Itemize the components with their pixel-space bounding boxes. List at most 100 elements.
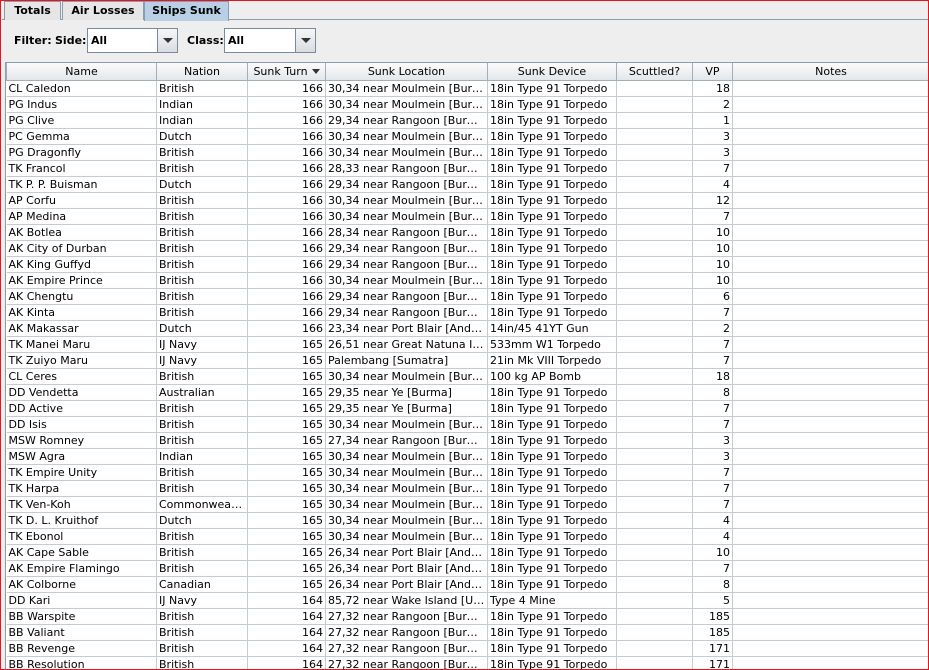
sunk-turn-cell[interactable]: 165 <box>247 512 326 529</box>
vp-cell[interactable]: 10 <box>692 256 733 273</box>
name-cell[interactable]: MSW Agra <box>6 448 157 465</box>
sunk-location-cell[interactable]: 30,34 near Moulmein [Burma] <box>325 144 488 161</box>
sunk-turn-cell[interactable]: 165 <box>247 480 326 497</box>
vp-cell[interactable]: 4 <box>692 512 733 529</box>
table-row[interactable]: AP Corfu British 166 30,34 near Moulmein [B… <box>6 192 928 209</box>
notes-cell[interactable] <box>732 80 928 97</box>
notes-cell[interactable] <box>732 400 928 417</box>
name-cell[interactable]: TK Harpa <box>6 480 157 497</box>
table-row[interactable]: BB Warspite British 164 27,32 near Rangoon … <box>6 608 928 625</box>
tab-air-losses[interactable]: Air Losses <box>62 1 144 20</box>
nation-cell[interactable]: British <box>156 192 248 209</box>
vp-cell[interactable]: 5 <box>692 592 733 609</box>
sunk-turn-cell[interactable]: 165 <box>247 352 326 369</box>
table-row[interactable]: AK Empire Prince British 166 30,34 near Mou… <box>6 272 928 289</box>
scuttled-cell[interactable] <box>616 368 693 385</box>
sunk-location-cell[interactable]: 26,34 near Port Blair [Andaman Islands] <box>325 544 488 561</box>
nation-cell[interactable]: Indian <box>156 96 248 113</box>
sunk-turn-cell[interactable]: 165 <box>247 416 326 433</box>
vp-cell[interactable]: 7 <box>692 160 733 177</box>
scuttled-cell[interactable] <box>616 176 693 193</box>
table-row[interactable]: TK Ebonol British 165 30,34 near Moulmein [… <box>6 528 928 545</box>
sunk-turn-cell[interactable]: 166 <box>247 224 326 241</box>
name-cell[interactable]: DD Isis <box>6 416 157 433</box>
vp-cell[interactable]: 7 <box>692 560 733 577</box>
nation-cell[interactable]: British <box>156 240 248 257</box>
name-cell[interactable]: PG Clive <box>6 112 157 129</box>
table-row[interactable]: TK Empire Unity British 165 30,34 near Moul… <box>6 464 928 481</box>
nation-cell[interactable]: British <box>156 256 248 273</box>
scuttled-cell[interactable] <box>616 400 693 417</box>
nation-cell[interactable]: Canadian <box>156 576 248 593</box>
scuttled-cell[interactable] <box>616 544 693 561</box>
scuttled-cell[interactable] <box>616 528 693 545</box>
table-row[interactable]: PG Dragonfly British 166 30,34 near Moulmei… <box>6 144 928 161</box>
vp-cell[interactable]: 7 <box>692 480 733 497</box>
sunk-location-cell[interactable]: 30,34 near Moulmein [Burma] <box>325 272 488 289</box>
nation-cell[interactable]: British <box>156 160 248 177</box>
table-row[interactable]: TK Manei Maru IJ Navy 165 26,51 near Great … <box>6 336 928 353</box>
sunk-location-cell[interactable]: 28,33 near Rangoon [Burma] <box>325 160 488 177</box>
sunk-turn-cell[interactable]: 166 <box>247 192 326 209</box>
vp-cell[interactable]: 171 <box>692 656 733 669</box>
vp-cell[interactable]: 3 <box>692 128 733 145</box>
scuttled-cell[interactable] <box>616 352 693 369</box>
notes-cell[interactable] <box>732 592 928 609</box>
sunk-turn-cell[interactable]: 166 <box>247 304 326 321</box>
notes-cell[interactable] <box>732 368 928 385</box>
nation-cell[interactable]: British <box>156 288 248 305</box>
sunk-device-cell[interactable]: 18in Type 91 Torpedo <box>487 528 617 545</box>
vp-cell[interactable]: 4 <box>692 528 733 545</box>
side-select[interactable]: All <box>87 28 178 53</box>
sunk-device-cell[interactable]: 18in Type 91 Torpedo <box>487 144 617 161</box>
name-cell[interactable]: AK City of Durban <box>6 240 157 257</box>
vp-cell[interactable]: 3 <box>692 432 733 449</box>
sunk-device-cell[interactable]: 18in Type 91 Torpedo <box>487 656 617 669</box>
notes-cell[interactable] <box>732 544 928 561</box>
vp-cell[interactable]: 7 <box>692 416 733 433</box>
table-row[interactable]: TK Zuiyo Maru IJ Navy 165 Palembang [Sumatr… <box>6 352 928 369</box>
class-select[interactable]: All <box>224 28 316 53</box>
sunk-location-cell[interactable]: 30,34 near Moulmein [Burma] <box>325 528 488 545</box>
scuttled-cell[interactable] <box>616 384 693 401</box>
scuttled-cell[interactable] <box>616 80 693 97</box>
tab-ships-sunk[interactable]: Ships Sunk <box>144 1 229 21</box>
name-cell[interactable]: TK Ven-Koh <box>6 496 157 513</box>
sunk-device-cell[interactable]: 18in Type 91 Torpedo <box>487 288 617 305</box>
table-row[interactable]: MSW Agra Indian 165 30,34 near Moulmein [Bu… <box>6 448 928 465</box>
table-row[interactable]: TK Harpa British 165 30,34 near Moulmein [B… <box>6 480 928 497</box>
sunk-location-cell[interactable]: 30,34 near Moulmein [Burma] <box>325 448 488 465</box>
sunk-device-cell[interactable]: 18in Type 91 Torpedo <box>487 192 617 209</box>
table-row[interactable]: CL Caledon British 166 30,34 near Moulmein … <box>6 80 928 97</box>
scuttled-cell[interactable] <box>616 560 693 577</box>
sunk-location-cell[interactable]: Palembang [Sumatra] <box>325 352 488 369</box>
sunk-location-cell[interactable]: 30,34 near Moulmein [Burma] <box>325 208 488 225</box>
sunk-location-cell[interactable]: 29,34 near Rangoon [Burma] <box>325 176 488 193</box>
nation-cell[interactable]: British <box>156 416 248 433</box>
sunk-turn-cell[interactable]: 166 <box>247 112 326 129</box>
name-cell[interactable]: TK Ebonol <box>6 528 157 545</box>
sunk-device-cell[interactable]: 18in Type 91 Torpedo <box>487 496 617 513</box>
notes-cell[interactable] <box>732 224 928 241</box>
sunk-location-cell[interactable]: 27,32 near Rangoon [Burma] <box>325 656 488 669</box>
vp-cell[interactable]: 4 <box>692 176 733 193</box>
sunk-turn-cell[interactable]: 165 <box>247 464 326 481</box>
column-header-notes[interactable]: Notes <box>732 63 928 81</box>
name-cell[interactable]: TK Empire Unity <box>6 464 157 481</box>
sunk-device-cell[interactable]: 18in Type 91 Torpedo <box>487 624 617 641</box>
notes-cell[interactable] <box>732 144 928 161</box>
sunk-turn-cell[interactable]: 165 <box>247 432 326 449</box>
vp-cell[interactable]: 7 <box>692 352 733 369</box>
vp-cell[interactable]: 7 <box>692 496 733 513</box>
name-cell[interactable]: AK Kinta <box>6 304 157 321</box>
nation-cell[interactable]: Indian <box>156 448 248 465</box>
notes-cell[interactable] <box>732 656 928 669</box>
sunk-location-cell[interactable]: 30,34 near Moulmein [Burma] <box>325 512 488 529</box>
name-cell[interactable]: DD Kari <box>6 592 157 609</box>
table-row[interactable]: PG Clive Indian 166 29,34 near Rangoon [Bur… <box>6 112 928 129</box>
nation-cell[interactable]: Indian <box>156 112 248 129</box>
vp-cell[interactable]: 3 <box>692 448 733 465</box>
vp-cell[interactable]: 1 <box>692 112 733 129</box>
nation-cell[interactable]: Australian <box>156 384 248 401</box>
sunk-turn-cell[interactable]: 166 <box>247 208 326 225</box>
